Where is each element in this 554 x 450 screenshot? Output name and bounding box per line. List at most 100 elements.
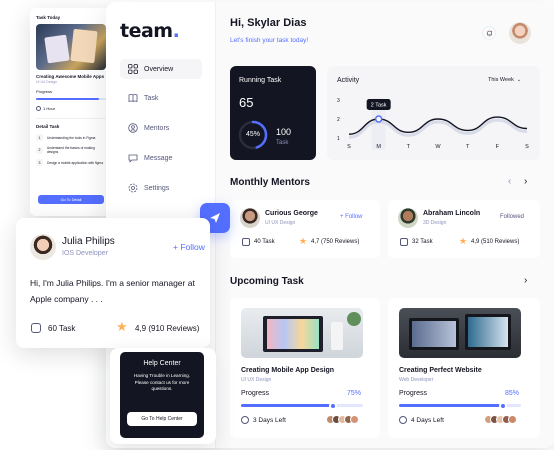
upcoming-task-title: Upcoming Task <box>230 276 304 287</box>
clock-icon <box>36 106 41 111</box>
sidebar-item-settings[interactable]: Settings <box>120 178 202 198</box>
help-center-card: Help Center Having Trouble in Learning. … <box>110 348 216 444</box>
progress-value: 85% <box>505 390 520 397</box>
task-today-image <box>36 24 106 70</box>
mentor-card: Curious George UI UX Design + Follow 40 … <box>230 200 380 258</box>
profile-name: Julia Philips <box>62 236 115 247</box>
x-tick-label: M <box>376 144 381 150</box>
task-today-name: Creating Awesome Mobile Apps <box>36 74 105 79</box>
overview-icon <box>128 64 138 74</box>
progress-value: 75% <box>347 390 362 397</box>
mentor-tasks: 32 Task <box>412 239 433 245</box>
task-title: Creating Mobile App Design <box>241 367 335 374</box>
profile-rating: 4,9 (910 Reviews) <box>135 324 200 333</box>
chevron-right-icon[interactable]: › <box>524 275 527 286</box>
monthly-mentors-title: Monthly Mentors <box>230 177 310 188</box>
message-icon <box>128 154 138 163</box>
days-left: 3 Days Left <box>253 417 286 424</box>
help-center-title: Help Center <box>143 360 181 367</box>
x-tick-label: T <box>407 144 411 150</box>
x-tick-label: S <box>347 144 351 150</box>
assignee-avatars <box>484 415 517 424</box>
profile-bio: Hi, I'm Julia Philips. I'm a senior mana… <box>30 278 195 304</box>
mentor-rating: 4,9 (510 Reviews) <box>471 239 520 245</box>
sidebar-item-label: Settings <box>144 184 170 192</box>
detail-step-2: 2 Understand the basics of making design… <box>36 146 106 154</box>
progress-bar <box>399 401 521 410</box>
highlight-point[interactable] <box>374 115 383 123</box>
user-octagon-icon <box>128 123 138 133</box>
progress-bar <box>241 401 363 410</box>
greeting-subtitle: Let's finish your task today! <box>230 37 309 44</box>
activity-chart: 3 2 1 2 Task S M T W T F S <box>337 98 529 150</box>
running-task-total-label: Task <box>276 140 289 146</box>
task-icon <box>400 238 408 246</box>
tooltip-label: 2 Task <box>371 103 387 109</box>
task-today-progress-label: Progress <box>36 89 53 94</box>
x-tick-label: S <box>525 144 529 150</box>
assignee-avatars <box>326 415 359 424</box>
sidebar-item-task[interactable]: Task <box>120 88 202 108</box>
followed-button[interactable]: Followed <box>500 214 524 220</box>
follow-button[interactable]: + Follow <box>340 214 363 220</box>
task-card: Creating Perfect Website Web Developer P… <box>388 298 540 438</box>
mentor-tasks: 40 Task <box>254 239 275 245</box>
task-today-title: Task Today <box>36 15 61 20</box>
task-category: Web Developer <box>399 377 434 383</box>
running-task-title: Running Task <box>239 77 282 84</box>
help-center-text: Having Trouble in Learning. Please conta… <box>133 373 191 391</box>
mentor-name: Curious George <box>265 210 318 217</box>
task-today-card: Task Today Creating Awesome Mobile Apps … <box>30 8 112 216</box>
bell-icon[interactable] <box>482 26 496 40</box>
mentor-name: Abraham Lincoln <box>423 210 481 217</box>
follow-button[interactable]: + Follow <box>173 242 205 252</box>
task-image <box>241 308 363 358</box>
avatar[interactable] <box>509 22 531 44</box>
chevron-left-icon[interactable]: ‹ <box>508 176 511 187</box>
go-to-detail-button[interactable]: Go To Detail <box>38 195 104 204</box>
mentor-role: 3D Design <box>423 220 447 226</box>
running-task-percent: 45% <box>245 131 260 138</box>
profile-card: Julia Philips IOS Developer + Follow Hi,… <box>16 218 210 348</box>
star-icon: ★ <box>459 236 468 246</box>
x-tick-label: W <box>435 144 441 150</box>
y-tick-label: 1 <box>337 136 340 142</box>
sidebar-item-overview[interactable]: Overview <box>120 59 202 79</box>
activity-title: Activity <box>337 77 360 84</box>
running-task-total: 100 <box>276 127 292 137</box>
profile-role: IOS Developer <box>62 250 108 257</box>
star-icon: ★ <box>299 236 308 246</box>
sidebar-item-label: Task <box>144 94 159 102</box>
y-tick-label: 2 <box>337 117 340 123</box>
go-to-help-center-button[interactable]: Go To Help Center <box>127 412 197 426</box>
tooltip: 2 Task <box>366 99 391 110</box>
avatar <box>398 208 418 228</box>
chevron-down-icon: ⌄ <box>516 77 522 83</box>
days-left: 4 Days Left <box>411 417 444 424</box>
task-title: Creating Perfect Website <box>399 367 482 374</box>
mentor-role: UI UX Design <box>265 220 296 226</box>
running-task-card: Running Task 65 45% 100 Task <box>230 66 316 160</box>
help-center-panel: Help Center Having Trouble in Learning. … <box>120 352 204 438</box>
clock-icon <box>399 416 407 424</box>
sidebar-item-label: Mentors <box>144 124 170 132</box>
sidebar-item-message[interactable]: Message <box>120 148 202 168</box>
sidebar-item-mentors[interactable]: Mentors <box>120 118 202 138</box>
activity-card: Activity This Week ⌄ 3 2 1 2 Task S M T W T F S <box>327 66 540 160</box>
task-image <box>399 308 521 358</box>
x-tick-label: F <box>496 144 500 150</box>
star-icon: ★ <box>116 319 128 334</box>
x-tick-label: T <box>466 144 470 150</box>
detail-step-1: 1 Understanding the tools in Figma <box>36 134 106 141</box>
detail-step-3: 3 Design a mobile application with figma <box>36 159 106 166</box>
main-content: Hi, Skylar Dias Let's finish your task t… <box>216 2 554 448</box>
progress-label: Progress <box>241 390 270 397</box>
book-icon <box>128 94 138 103</box>
sidebar-item-label: Message <box>144 154 173 162</box>
task-icon <box>242 238 250 246</box>
activity-range-select[interactable]: This Week ⌄ <box>488 77 521 83</box>
task-icon <box>31 323 41 333</box>
chevron-right-icon[interactable]: › <box>524 176 527 187</box>
progress-label: Progress <box>399 390 428 397</box>
y-tick-label: 3 <box>337 98 340 104</box>
